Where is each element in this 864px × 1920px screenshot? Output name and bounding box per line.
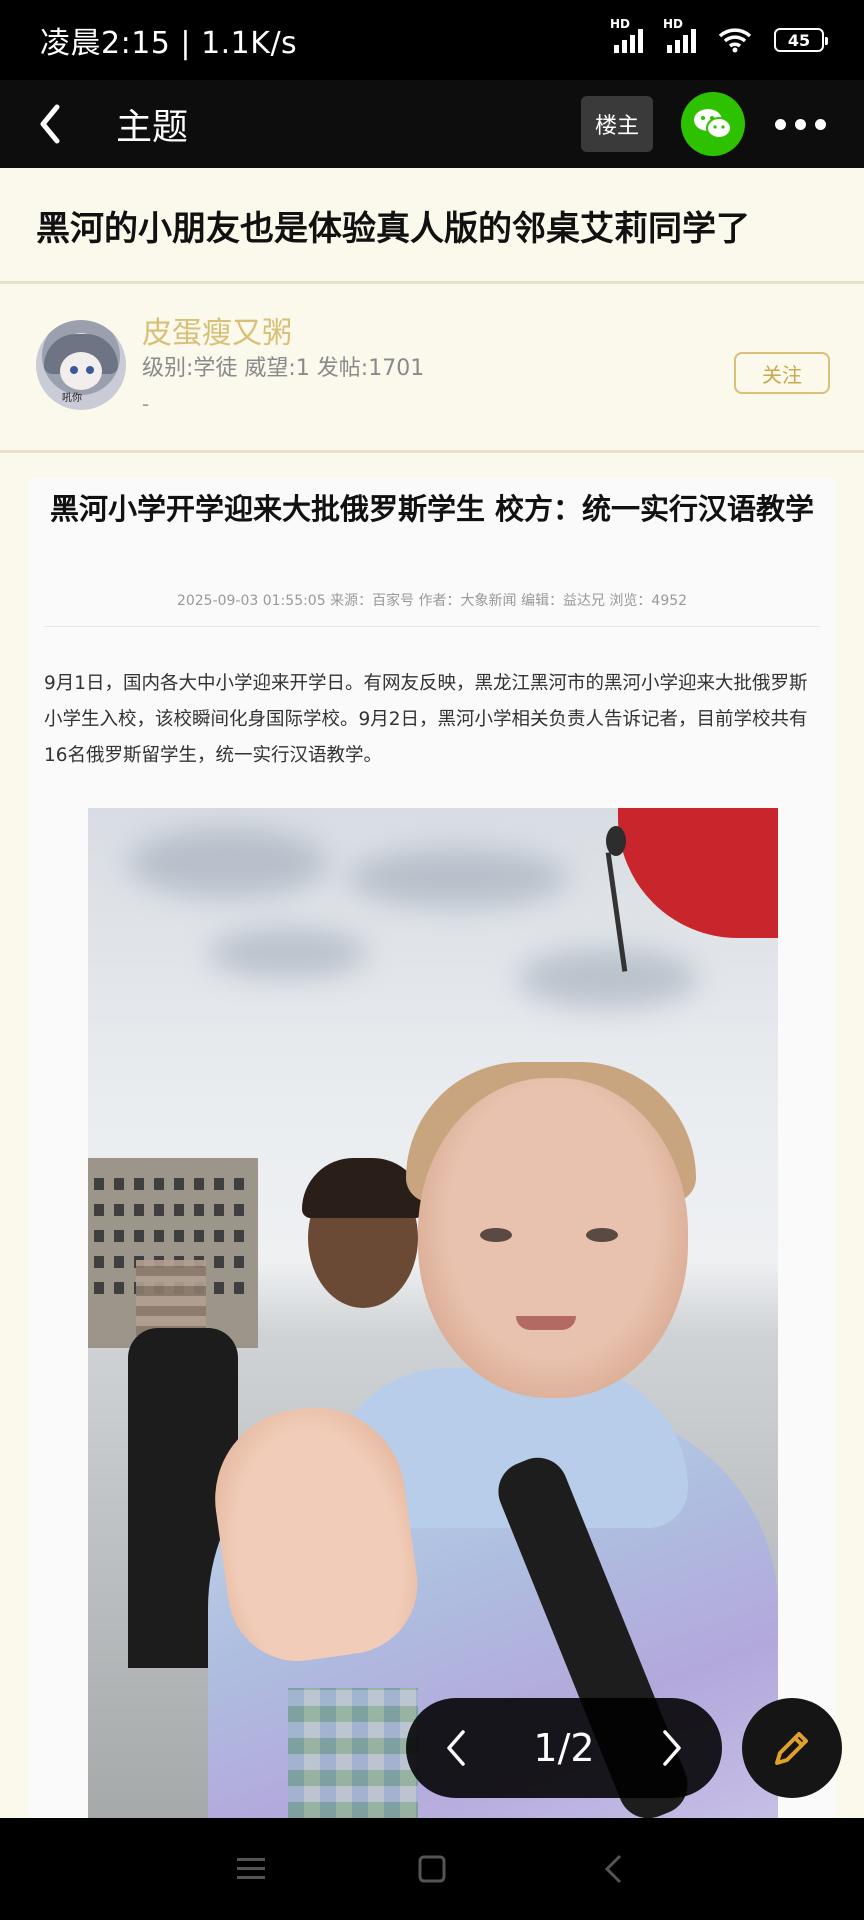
follow-button[interactable]: 关注	[734, 352, 830, 394]
page-title: 主题	[116, 107, 189, 148]
wechat-icon	[694, 109, 732, 139]
wifi-icon	[718, 28, 752, 53]
reply-edit-button[interactable]	[742, 1698, 842, 1798]
back-chevron-icon	[40, 104, 60, 144]
image-pager: 1/2	[406, 1698, 722, 1798]
menu-icon	[236, 1858, 265, 1879]
signal-icon: HD	[610, 17, 643, 53]
next-image-button[interactable]	[652, 1718, 692, 1778]
post-title: 黑河的小朋友也是体验真人版的邻桌艾莉同学了	[0, 168, 864, 282]
louzhu-button[interactable]: 楼主	[581, 96, 653, 152]
author-card: 吼你 皮蛋瘦又粥 级别:学徒 威望:1 发帖:1701 - 关注	[0, 284, 864, 450]
chevron-right-icon	[663, 1730, 681, 1766]
battery-level: 45	[787, 30, 811, 50]
article-headline: 黑河小学开学迎来大批俄罗斯学生 校方：统一实行汉语教学	[49, 492, 815, 526]
divider	[44, 626, 820, 627]
author-meta: 级别:学徒 威望:1 发帖:1701	[142, 356, 425, 381]
street-lamp	[606, 826, 626, 856]
author-name[interactable]: 皮蛋瘦又粥	[142, 308, 292, 352]
author-signature: -	[142, 392, 150, 416]
chevron-left-icon	[447, 1730, 465, 1766]
avatar[interactable]: 吼你	[36, 320, 126, 410]
post-image[interactable]: 黑河小学开学迎来大批俄罗斯学生 校方：统一实行汉语教学 2025-09-03 0…	[28, 478, 836, 1818]
home-square-icon	[418, 1855, 446, 1883]
article-info: 2025-09-03 01:55:05 来源：百家号 作者：大象新闻 编辑：益达…	[176, 593, 688, 609]
net-speed: 1.1K/s	[201, 26, 298, 61]
divider	[0, 450, 864, 453]
wechat-share-button[interactable]	[681, 92, 745, 156]
student-face	[418, 1078, 688, 1398]
blurred-face	[136, 1260, 206, 1336]
image-counter: 1/2	[533, 1726, 595, 1770]
battery-icon: 45	[774, 28, 828, 52]
pencil-icon	[775, 1732, 808, 1765]
prev-image-button[interactable]	[436, 1718, 476, 1778]
system-nav-bar	[0, 1818, 864, 1920]
back-button[interactable]	[0, 80, 100, 168]
umbrella	[618, 808, 778, 938]
clock: 凌晨2:15	[40, 26, 171, 61]
status-time: 凌晨2:15 | 1.1K/s	[40, 26, 298, 61]
home-button[interactable]	[402, 1839, 462, 1899]
menu-button[interactable]	[221, 1839, 281, 1899]
app-bar: 主题 楼主	[0, 80, 864, 168]
more-dots-icon[interactable]	[775, 118, 826, 130]
nav-back-icon	[605, 1854, 622, 1884]
article-photo	[88, 808, 778, 1818]
mosaic-blur	[288, 1688, 418, 1818]
article-paragraph: 9月1日，国内各大中小学迎来开学日。有网友反映，黑龙江黑河市的黑河小学迎来大批俄…	[44, 673, 808, 766]
signal-icon-2: HD	[663, 17, 696, 53]
avatar-tag: 吼你	[62, 393, 82, 404]
status-bar: 凌晨2:15 | 1.1K/s HD HD 45	[0, 0, 864, 80]
nav-back-button[interactable]	[583, 1839, 643, 1899]
